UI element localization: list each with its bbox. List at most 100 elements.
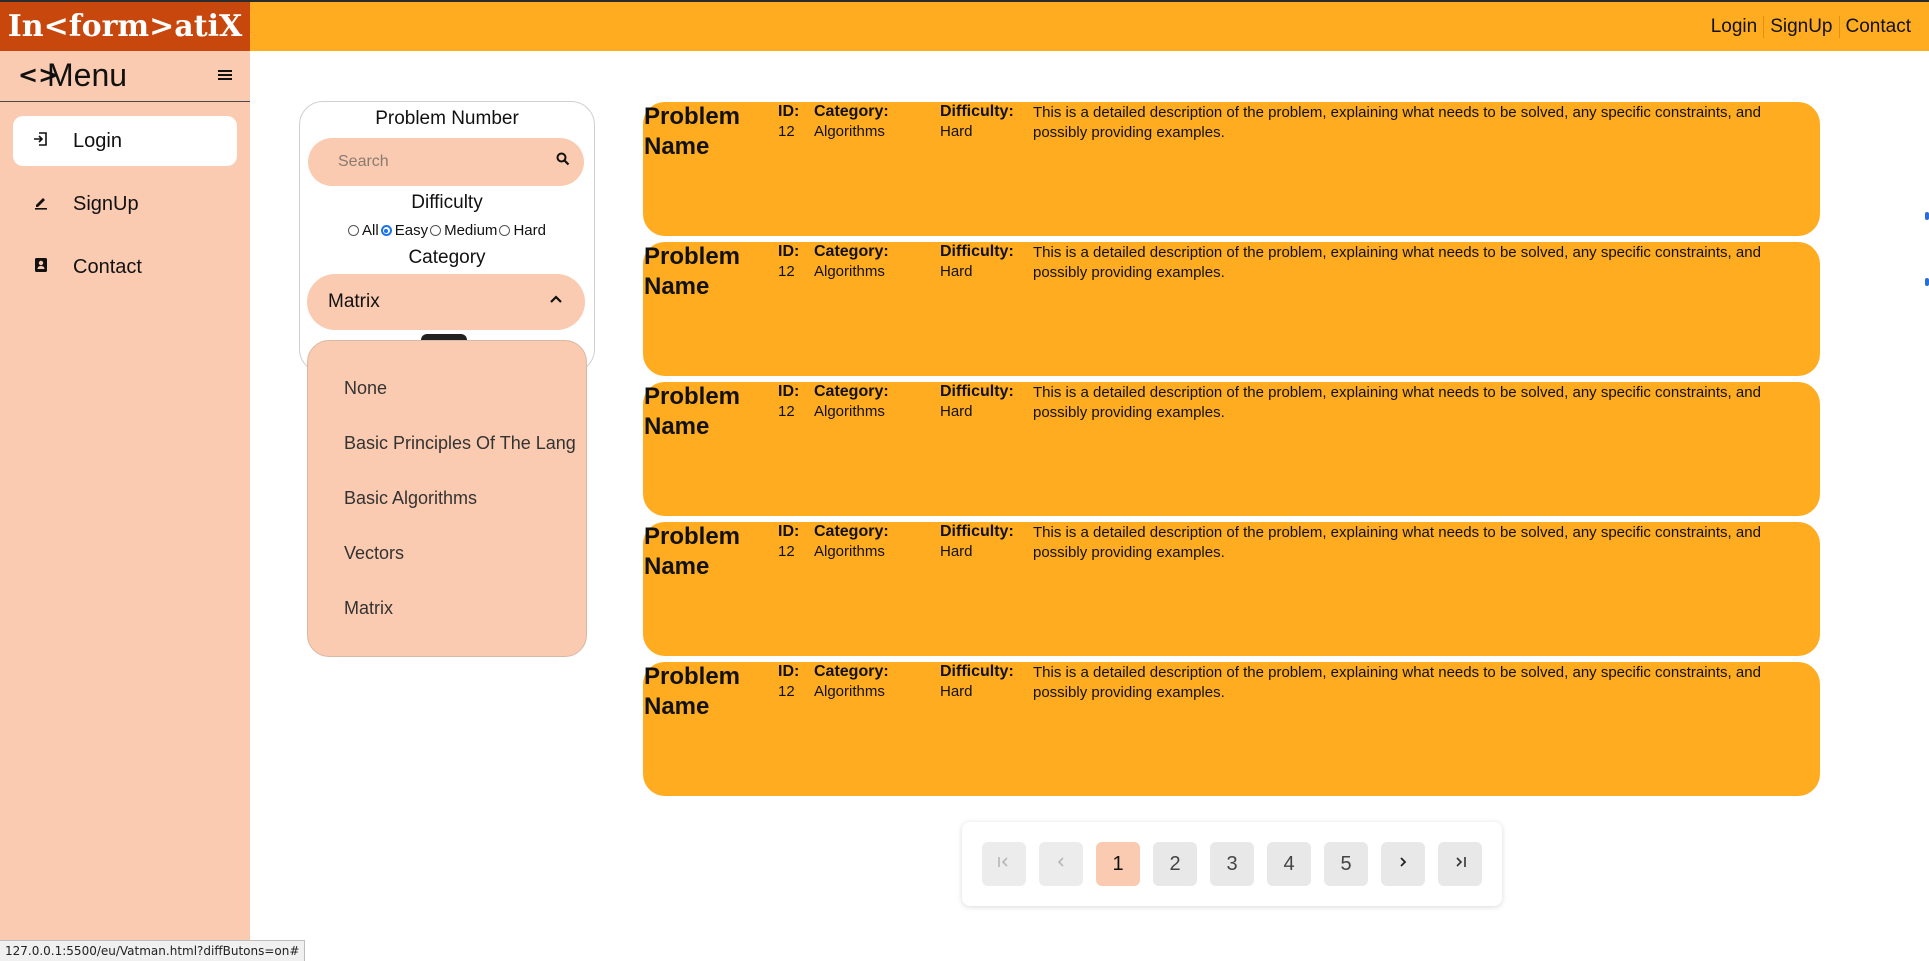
sidebar-item-label: SignUp [73,192,139,215]
problem-number-label: Problem Number [375,108,519,129]
id-value: 12 [778,683,795,700]
page-button-4[interactable]: 4 [1267,842,1311,886]
category-selected-value: Matrix [328,291,380,312]
edit-icon [29,194,53,215]
id-label: ID: [778,663,800,680]
category-value: Algorithms [814,123,885,140]
search-box [308,138,584,186]
problem-card[interactable]: Problem Name ID: 12 Category: Algorithms… [643,242,1820,376]
problem-name: Problem Name [644,243,741,300]
sidebar-item-signup[interactable]: SignUp [13,179,237,229]
next-page-button[interactable] [1381,842,1425,886]
difficulty-value: Hard [940,123,973,140]
top-nav-contact-link[interactable]: Contact [1838,15,1917,38]
problem-card[interactable]: Problem Name ID: 12 Category: Algorithms… [643,662,1820,796]
difficulty-label: Difficulty: [940,663,1014,680]
problem-card[interactable]: Problem Name ID: 12 Category: Algorithms… [643,382,1820,516]
radio-button[interactable] [499,225,511,236]
last-page-button[interactable] [1438,842,1482,886]
page-button-5[interactable]: 5 [1324,842,1368,886]
login-icon [29,131,53,152]
difficulty-label: Difficulty: [940,523,1014,540]
problem-description: This is a detailed description of the pr… [1033,384,1761,421]
menu-title: Menu [47,57,128,93]
category-value: Algorithms [814,543,885,560]
page-button-2[interactable]: 2 [1153,842,1197,886]
category-select[interactable]: Matrix [307,274,585,330]
difficulty-value: Hard [940,263,973,280]
sidebar: <> Menu Login SignUp Contact [0,51,250,960]
problem-description: This is a detailed description of the pr… [1033,664,1761,701]
prev-page-icon [1056,855,1066,873]
problem-card[interactable]: Problem Name ID: 12 Category: Algorithms… [643,102,1820,236]
difficulty-radio-group: All Easy Medium Hard [300,222,594,239]
problem-description: This is a detailed description of the pr… [1033,524,1761,561]
sidebar-item-contact[interactable]: Contact [13,242,237,292]
prev-page-button[interactable] [1039,842,1083,886]
header-bar: In<form>atiX Login SignUp Contact [0,2,1929,51]
category-option-basic-principles[interactable]: Basic Principles Of The Lang [344,433,576,454]
page-button-1[interactable]: 1 [1096,842,1140,886]
id-label: ID: [778,243,800,260]
category-label: Category: [814,523,889,540]
category-option-matrix[interactable]: Matrix [344,598,393,619]
id-value: 12 [778,263,795,280]
problem-description: This is a detailed description of the pr… [1033,244,1761,281]
menu-header: <> Menu [0,51,250,102]
problem-description: This is a detailed description of the pr… [1033,104,1761,141]
radio-label: Easy [394,222,429,239]
id-label: ID: [778,523,800,540]
radio-label: Medium [444,222,498,239]
difficulty-label: Difficulty: [940,103,1014,120]
scroll-indicator [1925,212,1929,220]
problem-name: Problem Name [644,103,741,160]
search-icon[interactable] [556,152,570,170]
top-nav: Login SignUp Contact [1705,2,1917,51]
category-value: Algorithms [814,683,885,700]
difficulty-value: Hard [940,683,973,700]
id-value: 12 [778,543,795,560]
logo[interactable]: In<form>atiX [0,2,250,51]
radio-button-selected[interactable] [380,225,392,236]
problem-name: Problem Name [644,523,741,580]
top-nav-signup-link[interactable]: SignUp [1763,15,1838,38]
sidebar-item-label: Contact [73,255,142,278]
difficulty-label: Difficulty: [940,243,1014,260]
radio-button[interactable] [430,225,442,236]
first-page-button[interactable] [982,842,1026,886]
sidebar-item-login[interactable]: Login [13,116,237,166]
id-label: ID: [778,103,800,120]
category-label: Category: [814,243,889,260]
top-nav-login-link[interactable]: Login [1705,16,1764,38]
category-option-basic-algorithms[interactable]: Basic Algorithms [344,488,477,509]
category-option-vectors[interactable]: Vectors [344,543,404,564]
category-option-none[interactable]: None [344,378,387,399]
next-page-icon [1398,855,1408,873]
difficulty-radio-easy[interactable]: Easy [380,222,429,239]
difficulty-radio-medium[interactable]: Medium [430,222,497,239]
status-bar-url: 127.0.0.1:5500/eu/Vatman.html?diffButons… [0,940,306,961]
difficulty-radio-hard[interactable]: Hard [499,222,546,239]
pagination: 1 2 3 4 5 [962,822,1502,906]
id-label: ID: [778,383,800,400]
category-value: Algorithms [814,263,885,280]
category-label: Category: [814,383,889,400]
category-value: Algorithms [814,403,885,420]
scroll-indicator [1925,278,1929,286]
sidebar-item-label: Login [73,129,122,152]
category-label: Category: [814,103,889,120]
search-input[interactable] [336,152,540,172]
last-page-icon [1453,855,1467,873]
category-label: Category: [814,663,889,680]
radio-label: All [362,222,379,239]
category-label: Category [408,247,486,268]
problem-card[interactable]: Problem Name ID: 12 Category: Algorithms… [643,522,1820,656]
problem-name: Problem Name [644,383,741,440]
radio-button[interactable] [348,225,360,236]
first-page-icon [997,855,1011,873]
chevron-up-icon [549,289,563,309]
hamburger-icon[interactable] [218,65,232,86]
page-button-3[interactable]: 3 [1210,842,1254,886]
difficulty-radio-all[interactable]: All [348,222,379,239]
id-value: 12 [778,123,795,140]
